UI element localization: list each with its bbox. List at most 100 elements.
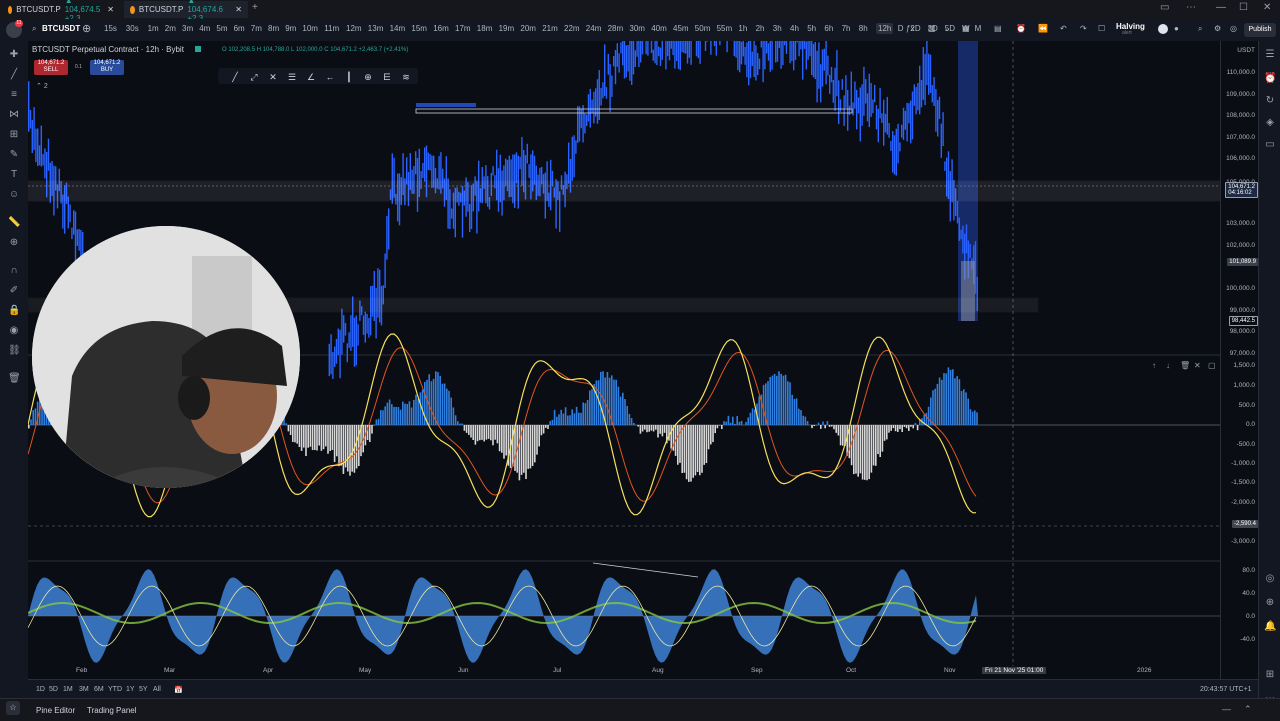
timeframe-8h[interactable]: 8h [859, 24, 868, 33]
timeframe-40m[interactable]: 40m [651, 24, 667, 33]
timeframe-12m[interactable]: 12m [346, 24, 362, 33]
time-label[interactable]: Jun [458, 667, 468, 674]
clock[interactable]: 20:43:57 UTC+1 [1200, 686, 1252, 693]
timeframe-M[interactable]: M [975, 24, 982, 33]
timeframe-D[interactable]: D [898, 24, 904, 33]
gear-icon[interactable]: ⚙ [1214, 24, 1221, 33]
osc1-label[interactable]: -3,000.0 [1231, 538, 1255, 545]
buy-button[interactable]: 104,671.2BUY [90, 60, 124, 75]
timeframe-8m[interactable]: 8m [268, 24, 279, 33]
price-label[interactable]: 109,000.0 [1226, 91, 1255, 98]
timeframe-4h[interactable]: 4h [790, 24, 799, 33]
range-1M[interactable]: 1M [63, 686, 73, 693]
camera-icon[interactable]: ◎ [1230, 24, 1237, 33]
alert-icon[interactable]: ⏰ [1016, 24, 1026, 33]
price-label[interactable]: 97,000.0 [1230, 350, 1255, 357]
timeframe-4m[interactable]: 4m [199, 24, 210, 33]
tab-btcusdt-1[interactable]: BTCUSDT.P ▲ 104,674.5 +2.3… ✕ [2, 1, 120, 18]
time-label[interactable]: Feb [76, 667, 87, 674]
range-5Y[interactable]: 5Y [139, 686, 148, 693]
price-axis[interactable]: USDT 110,000.0109,000.0108,000.0107,000.… [1220, 41, 1259, 679]
time-label[interactable]: 2026 [1137, 667, 1151, 674]
redo-icon[interactable]: ↷ [1080, 24, 1087, 33]
timeframe-9m[interactable]: 9m [285, 24, 296, 33]
price-label[interactable]: 106,000.0 [1226, 155, 1255, 162]
osc1-label[interactable]: -1,500.0 [1231, 479, 1255, 486]
notifications-icon[interactable]: 🔔 [1264, 621, 1276, 633]
brush-icon[interactable]: ✎ [8, 149, 20, 161]
timeframe-45m[interactable]: 45m [673, 24, 689, 33]
link-icon[interactable]: ⛓ [8, 345, 20, 357]
data-window-icon[interactable]: ↻ [1264, 95, 1276, 107]
timeframe-17m[interactable]: 17m [455, 24, 471, 33]
parallel-channel-icon[interactable]: ≋ [401, 72, 411, 82]
price-label[interactable]: 107,000.0 [1226, 134, 1255, 141]
timeframe-28m[interactable]: 28m [608, 24, 624, 33]
timeframe-15s[interactable]: 15s [104, 24, 117, 33]
time-label[interactable]: Mar [164, 667, 175, 674]
timeframe-7m[interactable]: 7m [251, 24, 262, 33]
close-icon[interactable]: ✕ [235, 5, 242, 14]
pencil-lock-icon[interactable]: ✐ [8, 285, 20, 297]
range-YTD[interactable]: YTD [108, 686, 122, 693]
layers-icon[interactable]: ◈ [1264, 117, 1276, 129]
compare-icon[interactable]: ⊕ [82, 22, 91, 35]
ray-tool-icon[interactable]: ⤢ [249, 72, 259, 82]
price-label[interactable]: 98,000.0 [1230, 328, 1255, 335]
timeframe-5h[interactable]: 5h [807, 24, 816, 33]
ruler-icon[interactable]: 📏 [8, 217, 20, 229]
help-icon[interactable]: ⊕ [1264, 597, 1276, 609]
osc2-label[interactable]: 80.0 [1242, 567, 1255, 574]
timeframe-13m[interactable]: 13m [368, 24, 384, 33]
osc1-label[interactable]: 500.0 [1239, 402, 1255, 409]
range-5D[interactable]: 5D [49, 686, 58, 693]
calendar-icon[interactable]: 📅 [174, 686, 183, 694]
zoom-in-icon[interactable]: ⊕ [8, 237, 20, 249]
time-label[interactable]: Apr [263, 667, 273, 674]
trading-panel-tab[interactable]: Trading Panel [87, 706, 137, 715]
symbol-search[interactable]: BTCUSDT [42, 24, 80, 33]
trash-icon[interactable]: 🗑 [8, 373, 20, 385]
minimize-icon[interactable]: — [1216, 2, 1226, 13]
osc2-label[interactable]: -40.0 [1240, 636, 1255, 643]
line-tool-icon[interactable]: ╱ [230, 72, 240, 82]
magnet-icon[interactable]: ∩ [8, 265, 20, 277]
osc1-label[interactable]: 1,000.0 [1233, 382, 1255, 389]
arrow-tool-icon[interactable]: ← [325, 72, 335, 82]
timeframe-22m[interactable]: 22m [564, 24, 580, 33]
osc1-label[interactable]: -2,000.0 [1231, 499, 1255, 506]
undo-icon[interactable]: ↶ [1060, 24, 1067, 33]
time-label[interactable]: Jul [553, 667, 561, 674]
vline-tool-icon[interactable]: ┃ [344, 72, 354, 82]
timeframe-3h[interactable]: 3h [773, 24, 782, 33]
indicator-toggle[interactable]: ⌃ 2 [36, 82, 48, 90]
price-label[interactable]: 110,000.0 [1227, 69, 1255, 76]
timeframe-1h[interactable]: 1h [738, 24, 747, 33]
crosshair-icon[interactable]: ✚ [8, 49, 20, 61]
replay-icon[interactable]: ⏪ [1038, 24, 1048, 33]
cross-line-icon[interactable]: ⊕ [363, 72, 373, 82]
legend-title[interactable]: BTCUSDT Perpetual Contract · 12h · Bybit [32, 45, 184, 54]
time-label[interactable]: Nov [944, 667, 956, 674]
time-label[interactable]: Sep [751, 667, 763, 674]
publish-button[interactable]: Publish [1244, 23, 1276, 37]
timeframe-3m[interactable]: 3m [182, 24, 193, 33]
move-pane-down-icon[interactable]: ↓ [1166, 361, 1170, 370]
timeframe-24m[interactable]: 24m [586, 24, 602, 33]
indicators-icon[interactable]: ƒx [906, 24, 914, 33]
timeframe-30m[interactable]: 30m [629, 24, 645, 33]
range-1Y[interactable]: 1Y [126, 686, 135, 693]
maximize-pane-icon[interactable]: ▢ [1208, 361, 1216, 370]
price-label[interactable]: 103,000.0 [1226, 220, 1255, 227]
tab-btcusdt-2[interactable]: BTCUSDT.P ▲ 104,674.6 +2.3… ✕ [124, 1, 248, 18]
apps-icon[interactable]: ⊞ [1264, 669, 1276, 681]
price-label[interactable]: 99,000.0 [1230, 307, 1255, 314]
candles-icon[interactable]: ▥ [928, 24, 936, 33]
timeframe-15m[interactable]: 15m [411, 24, 427, 33]
star-icon[interactable]: ☆ [6, 701, 20, 715]
osc1-label[interactable]: 0.0 [1246, 421, 1255, 428]
timeframe-1m[interactable]: 1m [148, 24, 159, 33]
range-All[interactable]: All [153, 686, 161, 693]
timeframe-18m[interactable]: 18m [477, 24, 493, 33]
osc2-label[interactable]: 0.0 [1246, 613, 1255, 620]
